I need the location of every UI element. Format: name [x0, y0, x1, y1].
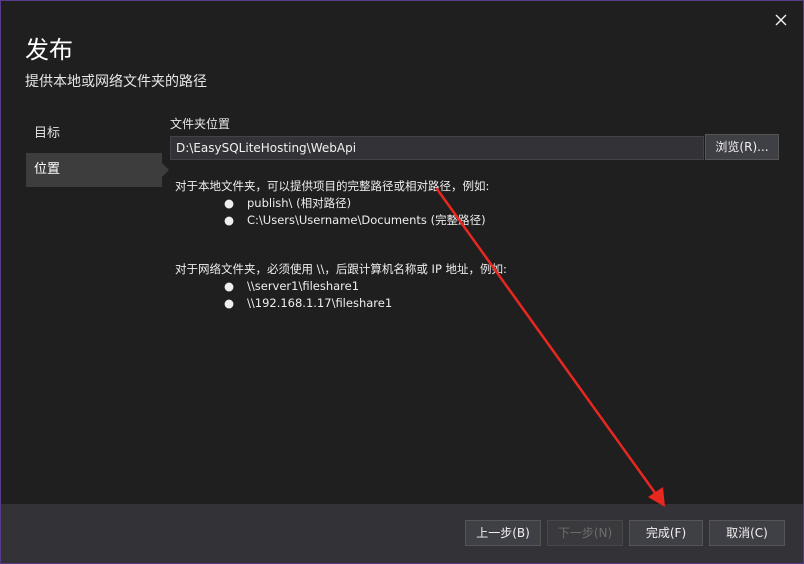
publish-dialog: 发布 提供本地或网络文件夹的路径 目标 位置 文件夹位置 浏览(R)... 对于… [0, 0, 804, 564]
nav-item-label: 目标 [34, 126, 61, 141]
folder-path-input[interactable] [170, 136, 704, 160]
local-examples-list: ● publish\ (相对路径) ● C:\Users\Username\Do… [175, 195, 507, 229]
nav-item-target[interactable]: 目标 [26, 117, 162, 151]
example-text: publish\ (相对路径) [247, 196, 352, 210]
bullet-icon: ● [224, 296, 235, 310]
network-folder-intro: 对于网络文件夹，必须使用 \\，后跟计算机名称或 IP 地址，例如: [175, 262, 507, 276]
close-icon [775, 14, 787, 26]
close-button[interactable] [769, 9, 793, 31]
bullet-icon: ● [224, 213, 235, 227]
network-examples-list: ● \\server1\fileshare1 ● \\192.168.1.17\… [175, 278, 507, 312]
folder-location-label: 文件夹位置 [170, 117, 231, 131]
cancel-button[interactable]: 取消(C) [709, 520, 785, 546]
local-folder-intro: 对于本地文件夹，可以提供项目的完整路径或相对路径，例如: [175, 179, 490, 193]
list-item: ● C:\Users\Username\Documents (完整路径) [175, 212, 507, 229]
browse-button[interactable]: 浏览(R)... [705, 134, 779, 160]
list-item: ● \\server1\fileshare1 [175, 278, 507, 295]
example-text: \\server1\fileshare1 [247, 279, 360, 293]
dialog-footer: 上一步(B) 下一步(N) 完成(F) 取消(C) [1, 504, 803, 563]
finish-button[interactable]: 完成(F) [629, 520, 703, 546]
nav-item-label: 位置 [34, 162, 61, 177]
next-button[interactable]: 下一步(N) [547, 520, 623, 546]
list-item: ● publish\ (相对路径) [175, 195, 507, 212]
bullet-icon: ● [224, 196, 235, 210]
previous-button[interactable]: 上一步(B) [465, 520, 541, 546]
wizard-nav: 目标 位置 [26, 117, 169, 189]
example-text: \\192.168.1.17\fileshare1 [247, 296, 393, 310]
nav-item-location[interactable]: 位置 [26, 153, 169, 187]
bullet-icon: ● [224, 279, 235, 293]
list-item: ● \\192.168.1.17\fileshare1 [175, 295, 507, 312]
example-text: C:\Users\Username\Documents (完整路径) [247, 213, 486, 227]
dialog-subtitle: 提供本地或网络文件夹的路径 [25, 74, 207, 90]
dialog-title: 发布 [25, 36, 73, 64]
help-text: 对于本地文件夹，可以提供项目的完整路径或相对路径，例如: ● publish\ … [175, 178, 507, 312]
